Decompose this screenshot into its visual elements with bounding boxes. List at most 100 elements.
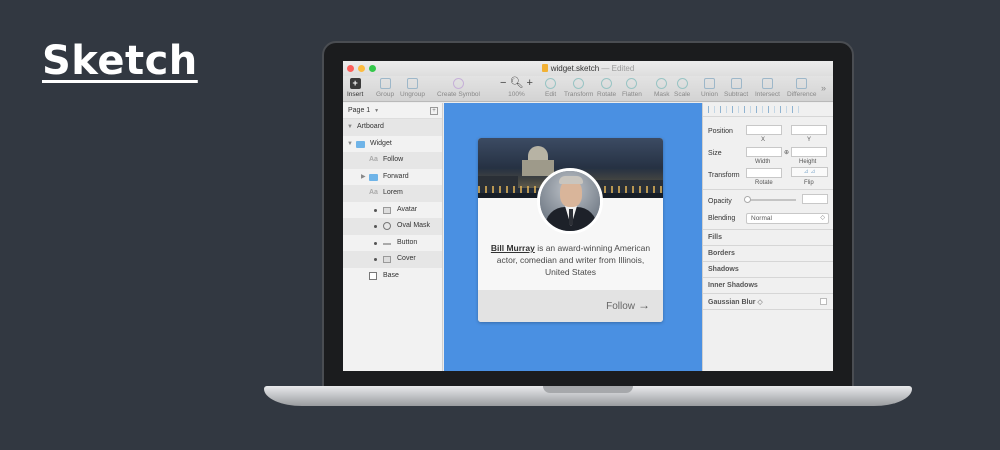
intersect-button[interactable]: Intersect — [755, 78, 780, 98]
align-bottom-icon[interactable] — [780, 106, 787, 113]
document-icon — [541, 64, 548, 72]
opacity-field[interactable] — [802, 194, 828, 204]
scale-icon — [676, 78, 688, 89]
union-button[interactable]: Union — [701, 78, 718, 98]
line-icon — [383, 242, 391, 245]
edit-icon — [545, 78, 557, 89]
layer-follow[interactable]: Aa Follow — [343, 152, 442, 169]
layer-label: Base — [383, 271, 399, 279]
create-symbol-button[interactable]: Create Symbol — [437, 78, 480, 98]
edit-label: Edit — [545, 91, 557, 98]
layer-artboard[interactable]: ▼ Artboard — [343, 119, 442, 136]
ungroup-button[interactable]: Ungroup — [400, 78, 425, 98]
follow-button[interactable]: Follow → — [606, 298, 650, 312]
flip-buttons[interactable]: ⊿ ⊿ — [791, 167, 828, 177]
distribute-vertical-icon[interactable] — [792, 106, 799, 113]
distribute-horizontal-icon[interactable] — [744, 106, 751, 113]
opacity-slider[interactable] — [746, 199, 796, 201]
close-window-button[interactable] — [347, 65, 354, 72]
divider — [703, 261, 833, 262]
gaussian-blur-section[interactable]: Gaussian Blur ◇ — [708, 298, 763, 306]
width-field[interactable] — [746, 147, 782, 157]
difference-label: Difference — [787, 91, 817, 98]
zoom-window-button[interactable] — [369, 65, 376, 72]
more-tools-button[interactable]: » — [821, 83, 826, 93]
profile-card-widget[interactable]: Bill Murray is an award-winning American… — [478, 138, 663, 322]
flatten-label: Flatten — [622, 91, 642, 98]
mask-button[interactable]: Mask — [654, 78, 670, 98]
image-icon — [383, 256, 391, 263]
title-bar: widget.sketch — Edited — [343, 61, 833, 76]
layer-cover[interactable]: Cover — [343, 251, 442, 268]
align-left-icon[interactable] — [708, 106, 715, 113]
zoom-out-button[interactable]: − — [500, 77, 506, 89]
borders-section[interactable]: Borders — [708, 250, 735, 257]
layer-lorem[interactable]: Aa Lorem — [343, 185, 442, 202]
divider — [703, 277, 833, 278]
disclosure-open-icon[interactable]: ▼ — [347, 119, 353, 136]
canvas[interactable]: Bill Murray is an award-winning American… — [444, 103, 702, 371]
rotate-field[interactable] — [746, 168, 782, 178]
opacity-label: Opacity — [708, 198, 732, 205]
align-middle-icon[interactable] — [768, 106, 775, 113]
blending-select[interactable]: Normal ◇ — [746, 213, 829, 224]
layer-label: Forward — [383, 172, 409, 180]
inner-shadows-section[interactable]: Inner Shadows — [708, 282, 758, 289]
layer-oval-mask[interactable]: Oval Mask — [343, 218, 442, 235]
flatten-button[interactable]: Flatten — [622, 78, 642, 98]
folder-icon — [369, 173, 378, 181]
gaussian-blur-checkbox[interactable] — [820, 298, 827, 305]
brand-title: Sketch — [42, 38, 198, 84]
subtract-button[interactable]: Subtract — [724, 78, 748, 98]
zoom-in-button[interactable]: + — [527, 77, 533, 89]
layer-avatar[interactable]: Avatar — [343, 202, 442, 219]
chevron-updown-icon: ◇ — [757, 299, 763, 306]
rotate-button[interactable]: Rotate — [597, 78, 616, 98]
page-selector[interactable]: Page 1 ▼ + — [343, 103, 442, 119]
group-button[interactable]: Group — [376, 78, 394, 98]
layer-base[interactable]: Base — [343, 268, 442, 285]
edit-button[interactable]: Edit — [545, 78, 556, 98]
group-label: Group — [376, 91, 395, 98]
text-layer-icon: Aa — [369, 189, 378, 196]
height-field[interactable] — [791, 147, 827, 157]
symbol-icon — [453, 78, 464, 89]
layer-button[interactable]: Button — [343, 235, 442, 252]
union-label: Union — [701, 91, 718, 98]
position-x-field[interactable] — [746, 125, 782, 135]
add-page-button[interactable]: + — [430, 107, 438, 115]
transform-button[interactable]: Transform — [564, 78, 593, 98]
subtract-label: Subtract — [724, 91, 749, 98]
zoom-control[interactable]: − 🔍︎ + 100% — [500, 77, 533, 99]
divider — [703, 245, 833, 246]
difference-button[interactable]: Difference — [787, 78, 817, 98]
align-center-icon[interactable] — [720, 106, 727, 113]
scale-button[interactable]: Scale — [674, 78, 690, 98]
avatar-hair — [559, 176, 583, 184]
fills-section[interactable]: Fills — [708, 234, 722, 241]
page-label: Page 1 — [348, 107, 371, 114]
position-y-field[interactable] — [791, 125, 827, 135]
ungroup-label: Ungroup — [400, 91, 425, 98]
lock-ratio-icon[interactable]: ⊕ — [784, 149, 789, 156]
layer-widget[interactable]: ▼ Widget — [343, 136, 442, 153]
alignment-toolbar — [703, 103, 833, 117]
align-top-icon[interactable] — [756, 106, 763, 113]
minimize-window-button[interactable] — [358, 65, 365, 72]
divider — [703, 293, 833, 294]
layer-forward[interactable]: ▶ Forward — [343, 169, 442, 186]
bullet-icon — [374, 225, 377, 228]
shadows-section[interactable]: Shadows — [708, 266, 739, 273]
disclosure-closed-icon[interactable]: ▶ — [361, 169, 366, 186]
disclosure-open-icon[interactable]: ▼ — [347, 136, 353, 153]
profile-name-link[interactable]: Bill Murray — [491, 243, 535, 253]
scale-label: Scale — [674, 91, 691, 98]
laptop-notch — [543, 386, 633, 393]
app-window: widget.sketch — Edited + Insert Group Un… — [343, 61, 833, 371]
intersect-label: Intersect — [755, 91, 780, 98]
divider — [703, 309, 833, 310]
align-right-icon[interactable] — [732, 106, 739, 113]
layer-label: Cover — [397, 255, 416, 262]
insert-button[interactable]: + Insert — [347, 78, 363, 98]
opacity-slider-knob[interactable] — [744, 196, 751, 203]
